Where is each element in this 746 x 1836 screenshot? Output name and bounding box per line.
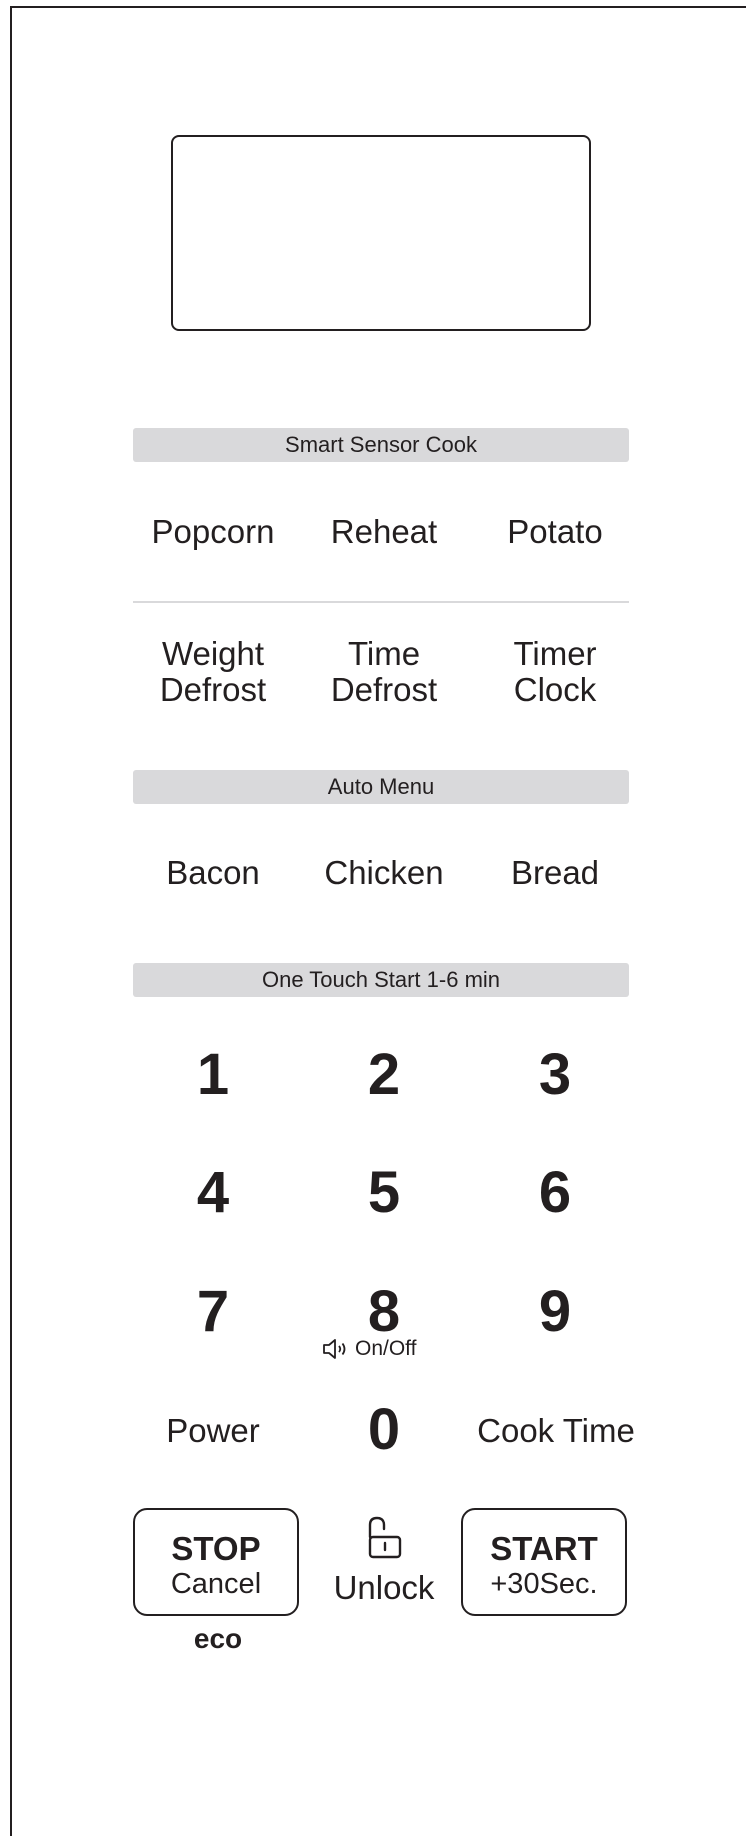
- plus-30-sec-label: +30Sec.: [490, 1568, 598, 1600]
- cancel-label: Cancel: [170, 1568, 262, 1600]
- bacon-button[interactable]: Bacon: [128, 855, 298, 891]
- speaker-icon: [323, 1339, 346, 1359]
- number-6-button[interactable]: 6: [495, 1161, 615, 1225]
- divider: [133, 601, 629, 603]
- cook-time-button[interactable]: Cook Time: [456, 1413, 656, 1449]
- number-4-button[interactable]: 4: [153, 1161, 273, 1225]
- unlock-button[interactable]: Unlock: [309, 1515, 459, 1606]
- number-3-button[interactable]: 3: [495, 1043, 615, 1107]
- number-7-button[interactable]: 7: [153, 1280, 273, 1344]
- potato-button[interactable]: Potato: [470, 514, 640, 550]
- number-2-button[interactable]: 2: [324, 1043, 444, 1107]
- number-0-button[interactable]: 0: [324, 1398, 444, 1462]
- start-label: START: [490, 1530, 598, 1567]
- timer-clock-line1: Timer: [513, 635, 597, 672]
- stop-label: STOP: [171, 1530, 261, 1567]
- bread-button[interactable]: Bread: [470, 855, 640, 891]
- section-auto-menu: Auto Menu: [133, 770, 629, 804]
- reheat-button[interactable]: Reheat: [299, 514, 469, 550]
- display-screen: [171, 135, 591, 331]
- number-8-button[interactable]: 8: [324, 1280, 444, 1344]
- power-button[interactable]: Power: [128, 1413, 298, 1449]
- weight-defrost-line1: Weight: [161, 635, 265, 672]
- number-5-button[interactable]: 5: [324, 1161, 444, 1225]
- eco-label: eco: [193, 1623, 243, 1654]
- number-1-button[interactable]: 1: [153, 1043, 273, 1107]
- weight-defrost-line2: Defrost: [159, 671, 267, 708]
- timer-clock-button[interactable]: Timer Clock: [470, 636, 640, 708]
- sound-on-off-label: On/Off: [355, 1337, 417, 1360]
- chicken-button[interactable]: Chicken: [299, 855, 469, 891]
- time-defrost-line1: Time: [347, 635, 421, 672]
- timer-clock-line2: Clock: [513, 671, 597, 708]
- time-defrost-line2: Defrost: [330, 671, 438, 708]
- section-smart-sensor-cook: Smart Sensor Cook: [133, 428, 629, 462]
- section-one-touch-start: One Touch Start 1-6 min: [133, 963, 629, 997]
- start-button[interactable]: START +30Sec.: [461, 1508, 627, 1616]
- time-defrost-button[interactable]: Time Defrost: [299, 636, 469, 708]
- popcorn-button[interactable]: Popcorn: [128, 514, 298, 550]
- stop-cancel-button[interactable]: STOP Cancel: [133, 1508, 299, 1616]
- number-9-button[interactable]: 9: [495, 1280, 615, 1344]
- weight-defrost-button[interactable]: Weight Defrost: [128, 636, 298, 708]
- lock-icon: [368, 1516, 402, 1559]
- unlock-label: Unlock: [333, 1569, 435, 1606]
- sound-toggle-label: On/Off: [322, 1336, 452, 1362]
